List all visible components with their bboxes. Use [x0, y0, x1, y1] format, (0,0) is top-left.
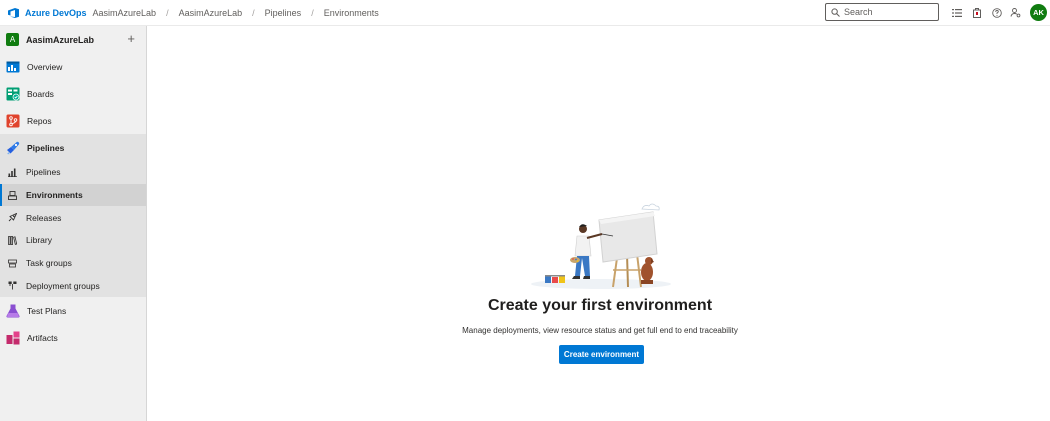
azure-devops-logo-icon[interactable]: [8, 7, 20, 19]
top-bar: Azure DevOps AasimAzureLab / AasimAzureL…: [0, 0, 1050, 26]
breadcrumb-environments[interactable]: Environments: [324, 8, 379, 18]
sidebar-item-test-plans[interactable]: Test Plans: [0, 297, 146, 324]
task-groups-icon: [8, 259, 17, 268]
repos-icon: [6, 114, 20, 128]
breadcrumb-separator: /: [311, 7, 314, 18]
search-box[interactable]: [825, 3, 939, 21]
sidebar-item-label: Overview: [27, 61, 63, 72]
breadcrumb-separator: /: [166, 7, 169, 18]
boards-icon: [6, 87, 20, 101]
sidebar-item-label: Library: [26, 235, 52, 246]
project-name[interactable]: AasimAzureLab: [26, 35, 94, 45]
create-environment-button[interactable]: Create environment: [559, 345, 644, 364]
empty-state-title: Create your first environment: [487, 297, 713, 314]
brand-link[interactable]: Azure DevOps: [25, 8, 87, 18]
sidebar-item-label: Repos: [27, 115, 52, 126]
sidebar-item-label: Task groups: [26, 258, 72, 269]
sidebar-item-label: Environments: [26, 190, 83, 201]
environments-icon: [8, 190, 17, 200]
sidebar-item-label: Boards: [27, 88, 54, 99]
sidebar: A AasimAzureLab + Overview Boards Repos …: [0, 26, 147, 421]
sidebar-item-label: Artifacts: [27, 332, 58, 343]
list-icon[interactable]: [951, 7, 962, 18]
sidebar-item-label: Pipelines: [27, 142, 65, 153]
sidebar-subitem-pipelines[interactable]: Pipelines: [0, 161, 146, 184]
pipelines-icon: [6, 141, 20, 155]
sidebar-subitem-task-groups[interactable]: Task groups: [0, 252, 146, 275]
help-icon[interactable]: [991, 7, 1002, 18]
sidebar-item-boards[interactable]: Boards: [0, 80, 146, 107]
sidebar-item-label: Releases: [26, 212, 62, 223]
artifacts-icon: [6, 331, 20, 345]
sidebar-subitem-library[interactable]: Library: [0, 229, 146, 252]
sidebar-item-label: Pipelines: [26, 167, 61, 178]
search-input[interactable]: [844, 7, 934, 17]
overview-icon: [6, 60, 20, 74]
user-settings-icon[interactable]: [1010, 7, 1021, 18]
test-plans-icon: [6, 304, 20, 318]
releases-icon: [8, 213, 17, 222]
empty-state-description: Manage deployments, view resource status…: [462, 326, 738, 335]
sidebar-item-pipelines[interactable]: Pipelines: [0, 134, 146, 161]
breadcrumb-project[interactable]: AasimAzureLab: [179, 8, 243, 18]
library-icon: [8, 236, 17, 245]
sidebar-item-artifacts[interactable]: Artifacts: [0, 324, 146, 351]
sidebar-item-label: Deployment groups: [26, 280, 100, 291]
deployment-groups-icon: [8, 281, 17, 290]
pipelines-sub-icon: [8, 168, 17, 177]
sidebar-subitem-releases[interactable]: Releases: [0, 206, 146, 229]
search-icon: [831, 7, 840, 17]
avatar[interactable]: AK: [1030, 4, 1047, 21]
breadcrumb-organization[interactable]: AasimAzureLab: [93, 8, 157, 18]
pipelines-group: Pipelines Pipelines Environments Release…: [0, 134, 146, 298]
sidebar-subitem-deployment-groups[interactable]: Deployment groups: [0, 274, 146, 297]
painter-easel-illustration: [527, 192, 675, 290]
breadcrumb-separator: /: [252, 7, 255, 18]
project-badge: A: [6, 33, 19, 46]
breadcrumb-pipelines[interactable]: Pipelines: [265, 8, 302, 18]
sidebar-item-repos[interactable]: Repos: [0, 107, 146, 134]
shopping-bag-icon[interactable]: [971, 7, 982, 18]
project-header[interactable]: A AasimAzureLab +: [0, 26, 146, 53]
sidebar-item-overview[interactable]: Overview: [0, 53, 146, 80]
sidebar-subitem-environments[interactable]: Environments: [0, 183, 146, 207]
sidebar-item-label: Test Plans: [27, 305, 67, 316]
add-icon[interactable]: +: [127, 32, 135, 45]
